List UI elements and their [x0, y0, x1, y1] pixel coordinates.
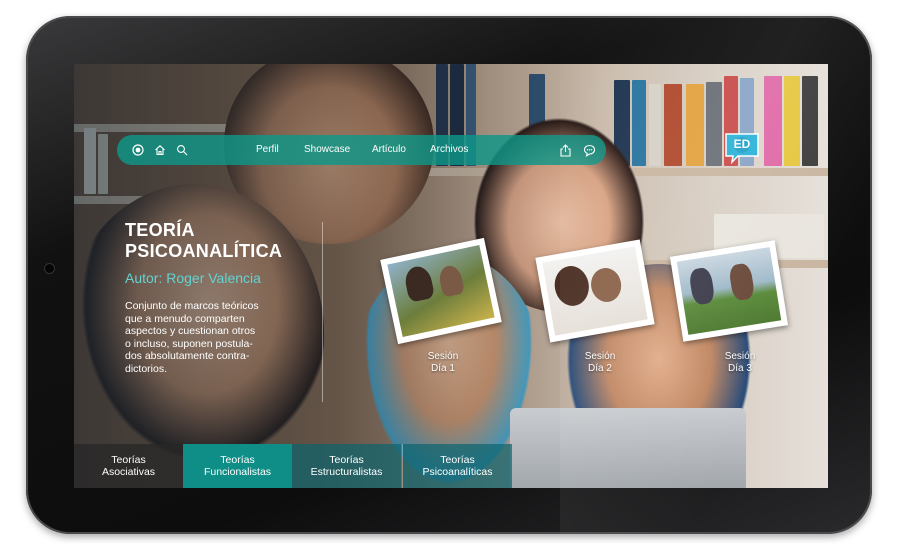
tab-estructuralistas[interactable]: Teorías Estructuralistas — [292, 444, 401, 488]
tab-line: Estructuralistas — [310, 466, 383, 478]
photo-image — [676, 247, 782, 335]
session-line: Día 2 — [588, 363, 612, 374]
share-icon[interactable] — [558, 143, 572, 157]
tab-line: Teorías — [329, 454, 364, 466]
session-line: Sesión — [427, 351, 459, 362]
tab-line: Funcionalistas — [203, 466, 272, 478]
photo-image — [542, 246, 648, 336]
tab-line: Asociativas — [101, 466, 156, 478]
session-line: Día 1 — [431, 363, 455, 374]
chat-icon[interactable] — [582, 143, 596, 157]
author-label: Autor: Roger Valencia — [125, 270, 261, 286]
description-line: que a menudo comparten — [125, 312, 245, 325]
description-line: dictorios. — [125, 362, 168, 375]
description: Conjunto de marcos teóricos que a menudo… — [125, 300, 265, 375]
tab-line: Teorías — [440, 454, 475, 466]
divider-line — [322, 222, 323, 402]
description-line: Conjunto de marcos teóricos — [125, 300, 259, 312]
app-screen: Perfil Showcase Artículo Archivos ED TEO… — [74, 64, 828, 488]
tab-line: Psicoanalíticas — [422, 466, 493, 478]
tab-psicoanaliticas[interactable]: Teorías Psicoanalíticas — [403, 444, 512, 488]
description-line: dos absolutamente contra- — [125, 350, 250, 362]
tab-asociativas[interactable]: Teorías Asociativas — [74, 444, 183, 488]
ed-logo[interactable]: ED — [724, 132, 760, 165]
nav-link-showcase[interactable]: Showcase — [304, 144, 350, 155]
title-line: PSICOANALÍTICA — [125, 241, 283, 261]
session-label-3[interactable]: Sesión Día 3 — [710, 351, 770, 375]
tab-funcionalistas[interactable]: Teorías Funcionalistas — [183, 444, 292, 488]
description-line: o incluso, suponen postula- — [125, 337, 253, 350]
nav-link-articulo[interactable]: Artículo — [372, 144, 406, 155]
record-icon[interactable] — [131, 143, 145, 157]
front-camera — [45, 264, 54, 273]
session-line: Sesión — [724, 351, 756, 362]
session-line: Sesión — [584, 351, 616, 362]
bottom-tabs: Teorías Asociativas Teorías Funcionalistas… — [74, 444, 828, 488]
logo-text: ED — [733, 137, 751, 151]
title-line: TEORÍA — [125, 220, 195, 240]
top-nav-bar: Perfil Showcase Artículo Archivos — [117, 135, 606, 165]
session-label-2[interactable]: Sesión Día 2 — [570, 351, 630, 375]
tab-line: Teorías — [220, 454, 255, 466]
nav-link-archivos[interactable]: Archivos — [430, 144, 468, 155]
description-line: aspectos y cuestionan otros — [125, 325, 256, 337]
home-icon[interactable] — [153, 143, 167, 157]
nav-link-perfil[interactable]: Perfil — [256, 144, 279, 155]
page-title: TEORÍA PSICOANALÍTICA — [125, 220, 295, 262]
session-photo-3[interactable] — [669, 240, 789, 342]
search-icon[interactable] — [175, 143, 189, 157]
session-label-1[interactable]: Sesión Día 1 — [413, 351, 473, 375]
tab-line: Teorías — [111, 454, 146, 466]
photo-image — [387, 245, 495, 337]
session-line: Día 3 — [728, 363, 752, 374]
session-photo-2[interactable] — [535, 239, 655, 343]
